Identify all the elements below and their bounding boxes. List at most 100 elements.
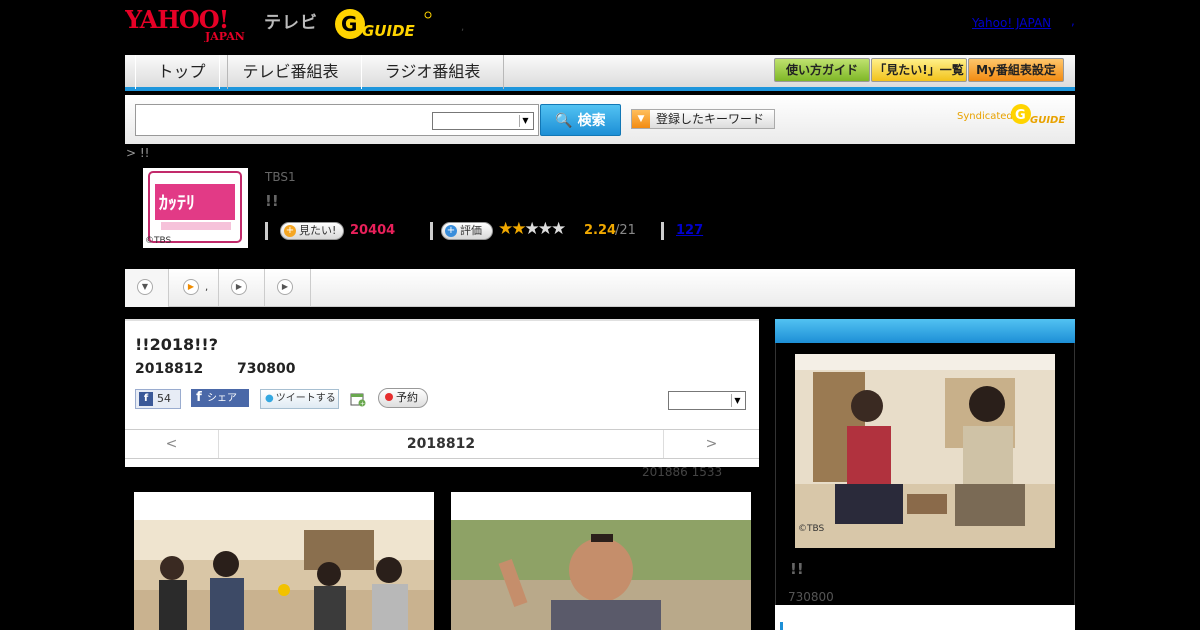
tweet-button[interactable]: ● ツイートする xyxy=(260,389,339,409)
episode-select[interactable]: ▼ xyxy=(668,391,746,410)
page: YAHOO! JAPAN テレビ G GUIDE , Yahoo! JAPAN … xyxy=(0,0,1200,630)
svg-text:GUIDE: GUIDE xyxy=(1030,115,1065,126)
svg-text:ｶｯﾃﾘ: ｶｯﾃﾘ xyxy=(159,193,195,214)
breadcrumb[interactable]: > !! xyxy=(126,146,150,160)
episode-panel: !!2018!!? 2018812 730800 f 54 f シェア ● ツイートす… xyxy=(125,319,759,467)
search-button[interactable]: 🔍 検索 xyxy=(540,104,621,136)
want-button[interactable]: + 見たい! xyxy=(280,222,344,240)
rating-stars: ★★★★★ xyxy=(498,219,566,239)
plus-icon: + xyxy=(284,225,296,237)
facebook-icon: f xyxy=(139,392,153,406)
subtab-3[interactable]: ▶ xyxy=(219,269,265,307)
guide-button[interactable]: 使い方ガイド xyxy=(774,58,870,82)
twitter-bird-icon: ● xyxy=(265,393,274,404)
svg-text:+: + xyxy=(360,401,365,408)
my-listing-settings-button[interactable]: My番組表設定 xyxy=(968,58,1064,82)
calendar-add-icon[interactable]: + xyxy=(350,391,366,407)
svg-text:G: G xyxy=(341,12,357,36)
svg-text:G: G xyxy=(1015,108,1026,123)
facebook-share-button[interactable]: f シェア xyxy=(191,389,249,407)
channel-name: TBS1 xyxy=(265,170,296,184)
nav-tab-top[interactable]: トップ xyxy=(135,55,228,89)
side-photo-copyright: ©TBS xyxy=(798,524,825,534)
episode-date: 2018812 xyxy=(135,361,204,377)
nav-tab-radio-listings[interactable]: ラジオ番組表 xyxy=(361,55,504,89)
chevron-down-icon: ▼ xyxy=(137,279,153,295)
star-empty-icon: ★ xyxy=(551,219,566,239)
svg-text:GUIDE: GUIDE xyxy=(362,22,416,40)
chevron-down-icon: ▼ xyxy=(731,394,743,407)
rating-count: /21 xyxy=(615,223,636,238)
want-list-button[interactable]: 「見たい!」一覧 xyxy=(871,58,967,82)
subtab-dot: , xyxy=(205,282,209,293)
header-link-separator: , xyxy=(1071,14,1075,28)
rate-button-label: 評価 xyxy=(460,224,482,237)
chevron-down-icon: ▼ xyxy=(519,115,531,127)
gguide-logo[interactable]: G GUIDE xyxy=(334,6,434,42)
update-timestamp: 201886 1533 xyxy=(642,465,723,479)
current-date: 2018812 xyxy=(406,436,476,452)
star-empty-icon: ★ xyxy=(537,219,553,239)
saved-keywords-button[interactable]: ▼ 登録したキーワード xyxy=(631,109,775,129)
side-program-time: 730800 xyxy=(788,590,834,604)
facebook-share-label: シェア xyxy=(207,393,237,404)
saved-keywords-label: 登録したキーワード xyxy=(656,112,765,126)
star-filled-icon: ★ xyxy=(511,219,526,239)
tv-label: テレビ xyxy=(264,13,318,33)
star-filled-icon: ★ xyxy=(498,219,513,239)
facebook-icon: f xyxy=(196,390,202,405)
program-thumbnail[interactable]: ｶｯﾃﾘ ©TBS xyxy=(143,168,248,248)
svg-text:JAPAN: JAPAN xyxy=(204,30,245,42)
review-count-link[interactable]: 127 xyxy=(676,223,703,238)
facebook-like-button[interactable]: f 54 xyxy=(135,389,181,409)
tweet-label: ツイートする xyxy=(275,393,336,404)
program-title: !! xyxy=(265,192,279,210)
episode-photo xyxy=(134,520,434,630)
reserve-label: 予約 xyxy=(396,391,418,404)
record-icon xyxy=(385,393,393,401)
facebook-like-count: 54 xyxy=(157,392,171,405)
reserve-button[interactable]: 予約 xyxy=(378,388,428,408)
search-band: ▼ 🔍 検索 ▼ 登録したキーワード Syndicated G GUIDE xyxy=(125,95,1075,144)
search-category-select[interactable]: ▼ xyxy=(432,112,534,130)
episode-photo xyxy=(451,520,751,630)
want-count: 20404 xyxy=(350,223,396,238)
play-icon: ▶ xyxy=(183,279,199,295)
side-program-title[interactable]: !! xyxy=(790,560,804,578)
chevron-down-icon: ▼ xyxy=(632,110,650,128)
syndicated-label: Syndicated xyxy=(957,111,1013,122)
side-panel-header xyxy=(775,319,1075,343)
subtab-1[interactable]: ▼ xyxy=(125,269,169,307)
thumbnail-copyright: ©TBS xyxy=(145,236,172,246)
search-button-label: 検索 xyxy=(577,113,606,129)
play-icon: ▶ xyxy=(277,279,293,295)
play-icon: ▶ xyxy=(231,279,247,295)
prev-date-button[interactable]: < xyxy=(125,430,219,458)
photo-card[interactable] xyxy=(134,492,434,630)
subtab-2[interactable]: ▶ xyxy=(169,269,219,307)
episode-time: 730800 xyxy=(237,361,296,377)
star-empty-icon: ★ xyxy=(524,219,540,239)
program-subtabs: ▼ ▶ ▶ ▶ xyxy=(125,269,1075,307)
global-nav: トップ テレビ番組表 ラジオ番組表 使い方ガイド 「見たい!」一覧 My番組表設… xyxy=(125,55,1075,91)
date-navigation: < 2018812 > xyxy=(125,429,759,459)
photo-card[interactable] xyxy=(451,492,751,630)
yahoo-japan-logo[interactable]: YAHOO! JAPAN xyxy=(125,6,260,42)
search-icon: 🔍 xyxy=(555,113,573,129)
side-photo[interactable]: ©TBS xyxy=(795,354,1055,548)
subtab-4[interactable]: ▶ xyxy=(265,269,311,307)
gguide-small-logo: G GUIDE xyxy=(1011,104,1065,126)
want-button-label: 見たい! xyxy=(299,224,337,237)
divider xyxy=(430,222,433,240)
side-panel-bottom xyxy=(775,605,1075,630)
next-date-button[interactable]: > xyxy=(663,430,759,458)
rate-button[interactable]: + 評価 xyxy=(441,222,493,240)
episode-title: !!2018!!? xyxy=(135,335,218,354)
plus-icon: + xyxy=(445,225,457,237)
header-dot: , xyxy=(461,22,465,33)
section-marker xyxy=(780,622,783,630)
divider xyxy=(265,222,268,240)
rating-value: 2.24 xyxy=(584,223,617,238)
yahoo-japan-link[interactable]: Yahoo! JAPAN xyxy=(972,16,1051,30)
nav-tab-tv-listings[interactable]: テレビ番組表 xyxy=(219,55,362,89)
